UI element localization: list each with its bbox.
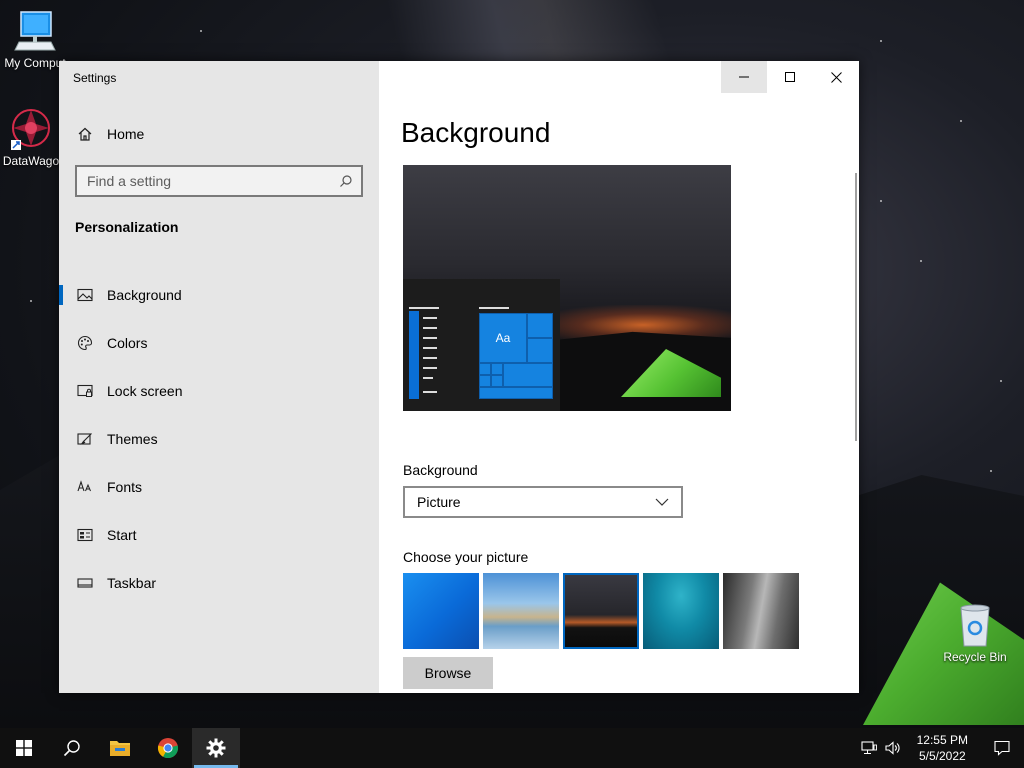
datawago-icon (11, 109, 50, 150)
clock-date: 5/5/2022 (918, 749, 966, 763)
themes-icon (77, 433, 92, 445)
choose-picture-label: Choose your picture (403, 549, 529, 565)
taskbar-search-button[interactable] (48, 728, 96, 768)
sidebar-item-taskbar[interactable]: Taskbar (59, 559, 379, 607)
computer-icon (14, 11, 56, 51)
windows-logo-icon (16, 740, 32, 756)
background-type-dropdown[interactable]: Picture (403, 486, 683, 518)
desktop-icon-label: My Comput (4, 56, 66, 70)
page-title: Background (401, 117, 551, 148)
search-icon[interactable] (339, 174, 353, 188)
taskbar-file-explorer[interactable] (96, 728, 144, 768)
folder-icon (110, 741, 130, 756)
content-scrollbar[interactable] (855, 173, 857, 441)
sidebar-item-label: Themes (107, 431, 158, 447)
picture-thumbnails (403, 573, 803, 649)
sidebar-item-label: Home (107, 126, 145, 142)
sidebar-item-fonts[interactable]: Fonts (59, 463, 379, 511)
maximize-button[interactable] (767, 61, 813, 93)
maximize-icon (785, 72, 795, 82)
sidebar-item-lock-screen[interactable]: Lock screen (59, 367, 379, 415)
sidebar-item-themes[interactable]: Themes (59, 415, 379, 463)
notification-icon (994, 740, 1010, 756)
sidebar-item-start[interactable]: Start (59, 511, 379, 559)
settings-content-pane: Background Aa Background Picture Choose … (379, 61, 859, 693)
taskbar-clock[interactable]: 12:55 PM 5/5/2022 (917, 732, 968, 764)
system-tray: 12:55 PM 5/5/2022 (857, 728, 1024, 768)
picture-thumbnail-beach[interactable] (483, 573, 559, 649)
gear-icon (206, 738, 226, 758)
network-button[interactable] (857, 728, 881, 768)
volume-icon (885, 741, 900, 755)
picture-thumbnail-rock[interactable] (723, 573, 799, 649)
network-icon (861, 741, 877, 754)
minimize-icon (739, 76, 749, 78)
close-button[interactable] (813, 61, 859, 93)
browse-button[interactable]: Browse (403, 657, 493, 689)
sidebar-item-colors[interactable]: Colors (59, 319, 379, 367)
sidebar-item-label: Lock screen (107, 383, 183, 399)
sidebar-item-label: Taskbar (107, 575, 157, 591)
desktop-icon-recycle-bin[interactable]: Recycle Bin (940, 602, 1010, 664)
settings-sidebar: Settings Home Personalization Background (59, 61, 379, 693)
sidebar-nav: Background Colors Lock screen Themes Fon… (59, 271, 379, 607)
sidebar-item-label: Background (107, 287, 182, 303)
sidebar-item-background[interactable]: Background (59, 271, 379, 319)
close-icon (830, 71, 842, 83)
desktop-icon-label: Recycle Bin (943, 650, 1007, 664)
preview-tile-text: Aa (479, 313, 527, 363)
preview-start-menu: Aa (403, 279, 560, 411)
picture-thumbnail-night-sky[interactable] (563, 573, 639, 649)
settings-window: Settings Home Personalization Background (59, 61, 859, 693)
sidebar-item-label: Start (107, 527, 137, 543)
start-button[interactable] (0, 728, 48, 768)
sidebar-section-title: Personalization (75, 219, 179, 235)
sidebar-item-home[interactable]: Home (59, 119, 379, 149)
background-type-label: Background (403, 462, 478, 478)
fonts-icon (77, 480, 91, 492)
desktop-icon-datawago[interactable]: DataWago (0, 108, 66, 168)
taskbar-icon (77, 578, 93, 588)
taskbar-chrome[interactable] (144, 728, 192, 768)
recycle-bin-icon (960, 604, 990, 647)
picture-icon (77, 288, 93, 302)
lock-screen-icon (77, 384, 93, 397)
dropdown-selected-value: Picture (417, 494, 461, 510)
sidebar-item-label: Colors (107, 335, 148, 351)
taskbar-settings[interactable] (192, 728, 240, 768)
start-icon (77, 528, 93, 542)
sidebar-item-label: Fonts (107, 479, 143, 495)
chrome-icon (157, 738, 179, 759)
window-caption-buttons (721, 61, 859, 93)
palette-icon (77, 335, 93, 351)
search-input[interactable] (87, 173, 339, 189)
taskbar: 12:55 PM 5/5/2022 (0, 728, 1024, 768)
minimize-button[interactable] (721, 61, 767, 93)
chevron-down-icon (655, 498, 669, 506)
picture-thumbnail-underwater[interactable] (643, 573, 719, 649)
home-icon (78, 127, 92, 141)
window-title: Settings (73, 71, 117, 85)
action-center-button[interactable] (980, 728, 1024, 768)
background-preview: Aa (403, 165, 731, 411)
picture-thumbnail-windows[interactable] (403, 573, 479, 649)
search-icon (63, 740, 80, 757)
desktop-icon-label: DataWago (2, 154, 60, 168)
clock-time: 12:55 PM (916, 733, 968, 747)
volume-button[interactable] (881, 728, 905, 768)
settings-search-box[interactable] (75, 165, 363, 197)
